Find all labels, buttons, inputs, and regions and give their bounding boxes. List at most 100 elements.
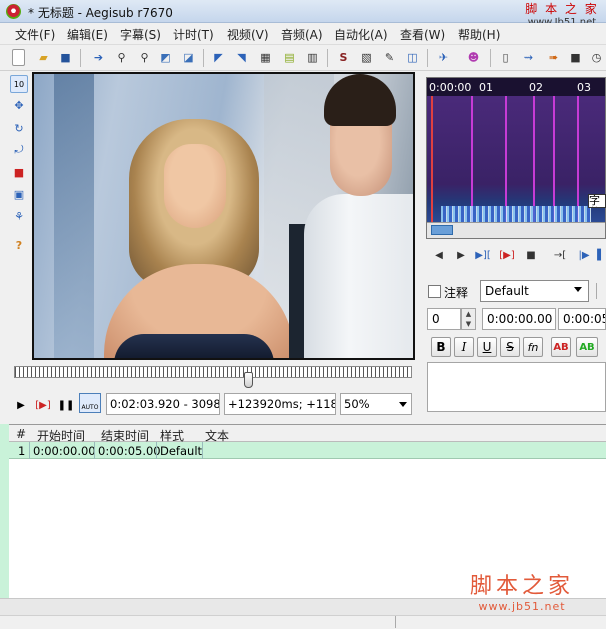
play-start-icon[interactable]: →[ [551, 247, 569, 263]
stop-audio-icon[interactable]: ■ [522, 247, 540, 263]
scale-icon[interactable]: ■ [10, 163, 28, 181]
fonts-icon[interactable]: ▦ [257, 49, 274, 66]
clip-icon[interactable]: ▣ [10, 185, 28, 203]
italic-button[interactable]: I [454, 337, 474, 357]
rotate-xy-icon[interactable]: ⤾ [10, 141, 28, 159]
style-select[interactable]: Default [480, 280, 589, 302]
menu-audio[interactable]: 音频(A) [281, 26, 323, 43]
move-tool-icon[interactable]: ✥ [10, 96, 28, 114]
spin-down-icon[interactable]: ▼ [462, 319, 475, 329]
translate-icon[interactable]: ▧ [358, 49, 375, 66]
ruler-label: 01 [479, 81, 493, 94]
play-icon[interactable]: ▶ [12, 397, 30, 413]
seek-slider-thumb[interactable] [244, 372, 253, 388]
play-before-icon[interactable]: ▶][ [474, 247, 492, 263]
menu-view[interactable]: 查看(W) [400, 26, 445, 43]
row-start-time: 0:00:00.00 [33, 444, 96, 458]
export-icon[interactable]: ◪ [180, 49, 197, 66]
style-manager-icon[interactable]: ◤ [210, 49, 227, 66]
menu-help[interactable]: 帮助(H) [458, 26, 500, 43]
resample-icon[interactable]: ◫ [404, 49, 421, 66]
style-value: Default [485, 284, 529, 298]
spell-check-icon[interactable]: ✎ [381, 49, 398, 66]
zoom-in-icon[interactable]: ⚲ [113, 49, 130, 66]
table-row[interactable]: 1 0:00:00.00 0:00:05.00 Default [9, 442, 606, 459]
end-time-input[interactable]: 0:00:05 [558, 308, 606, 330]
aegisub-app-icon[interactable] [6, 4, 21, 19]
toolbar-separator [80, 49, 81, 67]
video-time-field[interactable]: 0:02:03.920 - 3098 [106, 393, 220, 415]
audio-icon[interactable]: ▥ [304, 49, 321, 66]
layer-spinner[interactable]: ▲ ▼ [461, 308, 476, 330]
help-tool-icon[interactable]: ? [10, 236, 28, 254]
timing-icon[interactable]: ✈ [435, 49, 452, 66]
font-button[interactable]: fn [523, 337, 543, 357]
video-icon[interactable]: ▤ [281, 49, 298, 66]
woman-face [164, 144, 226, 228]
select-icon[interactable]: ◩ [157, 49, 174, 66]
video-background-column [54, 74, 94, 358]
menu-file[interactable]: 文件(F) [15, 26, 55, 43]
menu-subtitle[interactable]: 字幕(S) [120, 26, 161, 43]
audio-time-ruler: 0:00:00 01 02 03 [427, 78, 605, 96]
play-after-icon[interactable]: ▌ [596, 247, 606, 263]
options-icon[interactable]: ☻ [465, 49, 482, 66]
stop-icon[interactable]: ■ [567, 49, 584, 66]
play-selection-icon[interactable]: [▶] [498, 247, 516, 263]
menu-automation[interactable]: 自动化(A) [334, 26, 388, 43]
zoom-out-icon[interactable]: ⚲ [136, 49, 153, 66]
grid-header: # 开始时间 结束时间 样式 文本 [9, 425, 606, 443]
kanji-timer-icon[interactable]: ⇝ [520, 49, 537, 66]
audio-scroll-thumb[interactable] [431, 225, 453, 235]
play-line-icon[interactable]: [▶] [34, 397, 52, 413]
vector-clip-icon[interactable]: ⚘ [10, 207, 28, 225]
watermark-bottom-url: www.jb51.net [478, 600, 566, 613]
video-offset-field[interactable]: +123920ms; +118 [224, 393, 336, 415]
subtitle-text-editor[interactable] [427, 362, 606, 412]
play-end-icon[interactable]: |▶ [575, 247, 593, 263]
strikeout-button[interactable]: S [500, 337, 520, 357]
rotate-z-icon[interactable]: ↻ [10, 119, 28, 137]
underline-button[interactable]: U [477, 337, 497, 357]
zoom-value: 50% [344, 397, 370, 411]
toolbar-separator [490, 49, 491, 67]
attachments-icon[interactable]: ◥ [233, 49, 250, 66]
audio-display[interactable]: 0:00:00 01 02 03 [426, 77, 606, 239]
layer-input[interactable]: 0 [427, 308, 461, 330]
auto-scroll-button[interactable]: AUTO [79, 393, 101, 413]
open-folder-icon[interactable]: ▰ [35, 49, 52, 66]
ruler-label: 02 [529, 81, 543, 94]
start-time-input[interactable]: 0:00:00.00 [482, 308, 556, 330]
play-marker-icon[interactable]: ➠ [545, 49, 562, 66]
automation-icon[interactable]: S [335, 49, 352, 66]
menu-timing[interactable]: 计时(T) [173, 26, 214, 43]
video-display[interactable] [32, 72, 415, 360]
new-file-icon[interactable] [12, 49, 25, 66]
man-hair [324, 74, 396, 126]
actor-field[interactable] [596, 283, 606, 299]
standard-tool-icon[interactable]: 10 [10, 75, 28, 93]
pause-icon[interactable]: ❚❚ [57, 397, 75, 413]
primary-color-button[interactable]: AB [551, 337, 571, 357]
video-seek-bar[interactable] [14, 366, 412, 378]
spin-up-icon[interactable]: ▲ [462, 309, 475, 319]
jump-icon[interactable]: ➔ [90, 49, 107, 66]
menu-edit[interactable]: 编辑(E) [67, 26, 108, 43]
cell-divider [94, 442, 95, 459]
clock-icon[interactable]: ◷ [588, 49, 605, 66]
cell-divider [202, 442, 203, 459]
bold-button[interactable]: B [431, 337, 451, 357]
prev-line-icon[interactable]: ◀ [430, 247, 448, 263]
save-icon[interactable]: ■ [57, 49, 74, 66]
row-number: 1 [18, 444, 26, 458]
keyframe-marker [471, 96, 473, 222]
row-end-time: 0:00:05.00 [98, 444, 161, 458]
menu-video[interactable]: 视频(V) [227, 26, 269, 43]
col-number[interactable]: # [16, 427, 26, 441]
comment-checkbox[interactable] [428, 285, 441, 298]
help-icon[interactable]: ▯ [497, 49, 514, 66]
secondary-color-button[interactable]: AB [576, 337, 598, 357]
next-line-icon[interactable]: ▶ [452, 247, 470, 263]
toolbar-separator [203, 49, 204, 67]
audio-scrollbar[interactable] [427, 222, 605, 238]
